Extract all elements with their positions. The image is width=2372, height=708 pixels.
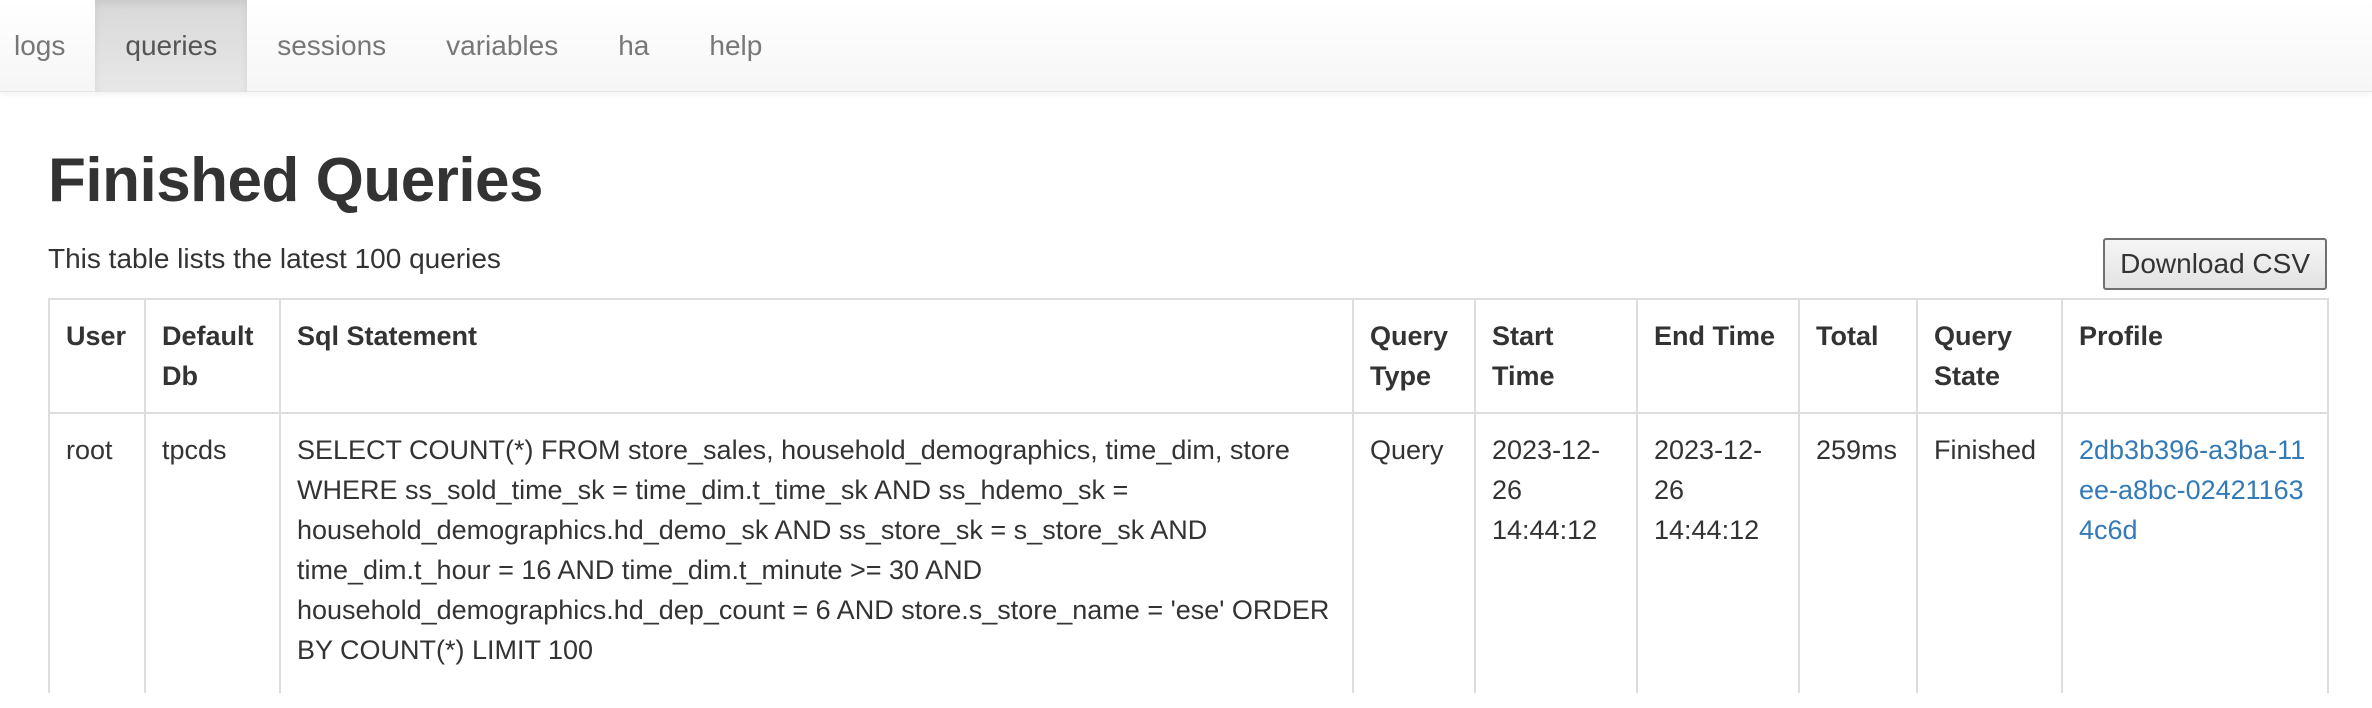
top-navbar: logs queries sessions variables ha help: [0, 0, 2372, 92]
column-header-default-db[interactable]: Default Db: [144, 298, 281, 414]
column-header-query-type[interactable]: Query Type: [1352, 298, 1476, 414]
download-csv-button[interactable]: Download CSV: [2103, 238, 2327, 290]
nav-tab-queries[interactable]: queries: [95, 0, 248, 92]
nav-tab-sessions[interactable]: sessions: [247, 0, 416, 92]
column-header-start-time[interactable]: Start Time: [1474, 298, 1638, 414]
nav-tab-logs[interactable]: logs: [0, 0, 95, 92]
cell-end-time: 2023-12-26 14:44:12: [1636, 412, 1800, 693]
queries-table: User Default Db Sql Statement Query Type…: [48, 298, 2329, 693]
cell-profile: 2db3b396-a3ba-11ee-a8bc-024211634c6d: [2061, 412, 2329, 693]
profile-link[interactable]: 2db3b396-a3ba-11ee-a8bc-024211634c6d: [2079, 435, 2305, 545]
cell-sql-statement: SELECT COUNT(*) FROM store_sales, househ…: [279, 412, 1354, 693]
page-title: Finished Queries: [48, 146, 544, 215]
column-header-profile[interactable]: Profile: [2061, 298, 2329, 414]
cell-query-type: Query: [1352, 412, 1476, 693]
column-header-query-state[interactable]: Query State: [1916, 298, 2063, 414]
nav-tab-variables[interactable]: variables: [416, 0, 588, 92]
column-header-sql-statement[interactable]: Sql Statement: [279, 298, 1354, 414]
table-header-row: User Default Db Sql Statement Query Type…: [48, 298, 2329, 414]
cell-total: 259ms: [1798, 412, 1918, 693]
column-header-total[interactable]: Total: [1798, 298, 1918, 414]
column-header-user[interactable]: User: [48, 298, 146, 414]
nav-tab-help[interactable]: help: [679, 0, 792, 92]
cell-start-time: 2023-12-26 14:44:12: [1474, 412, 1638, 693]
cell-user: root: [48, 412, 146, 693]
table-row: root tpcds SELECT COUNT(*) FROM store_sa…: [48, 412, 2329, 693]
column-header-end-time[interactable]: End Time: [1636, 298, 1800, 414]
cell-default-db: tpcds: [144, 412, 281, 693]
nav-tab-ha[interactable]: ha: [588, 0, 679, 92]
cell-query-state: Finished: [1916, 412, 2063, 693]
page-subtitle: This table lists the latest 100 queries: [48, 243, 501, 274]
